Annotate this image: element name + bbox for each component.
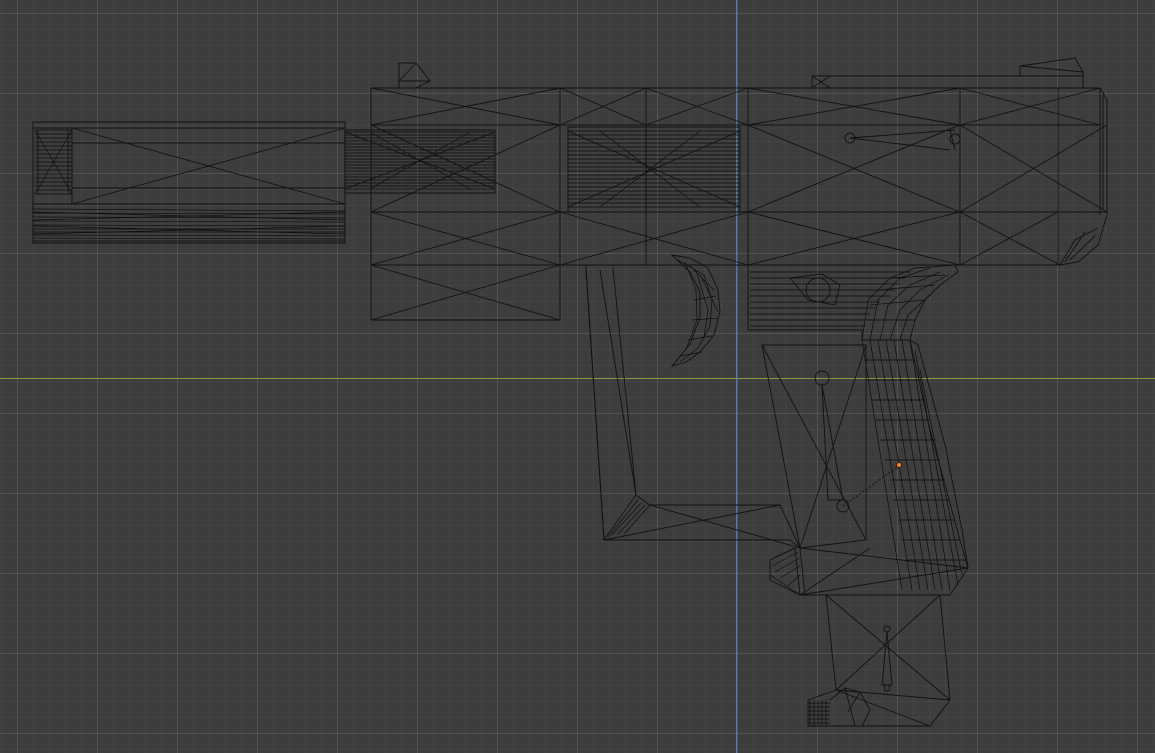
ejection-port-mesh[interactable] (568, 127, 740, 212)
hammer-mesh[interactable] (748, 265, 958, 340)
3d-viewport[interactable] (0, 0, 1155, 753)
barrel-thread-mesh[interactable] (345, 130, 495, 193)
slide-mesh[interactable] (371, 88, 1107, 320)
suppressor-end-cap-dense (35, 130, 72, 194)
front-sight-mesh[interactable] (399, 63, 430, 88)
grip-mesh[interactable] (762, 340, 968, 595)
suppressor-bottom-dense (33, 209, 345, 241)
suppressor-mesh[interactable] (33, 122, 345, 243)
slide-pin-mesh[interactable] (845, 130, 960, 150)
object-origin-point[interactable] (896, 462, 902, 468)
frame-trigger-guard-mesh[interactable] (586, 265, 800, 548)
pistol-wireframe-mesh[interactable] (0, 0, 1155, 753)
rear-sight-mesh[interactable] (812, 58, 1083, 88)
trigger-mesh[interactable] (672, 255, 720, 366)
